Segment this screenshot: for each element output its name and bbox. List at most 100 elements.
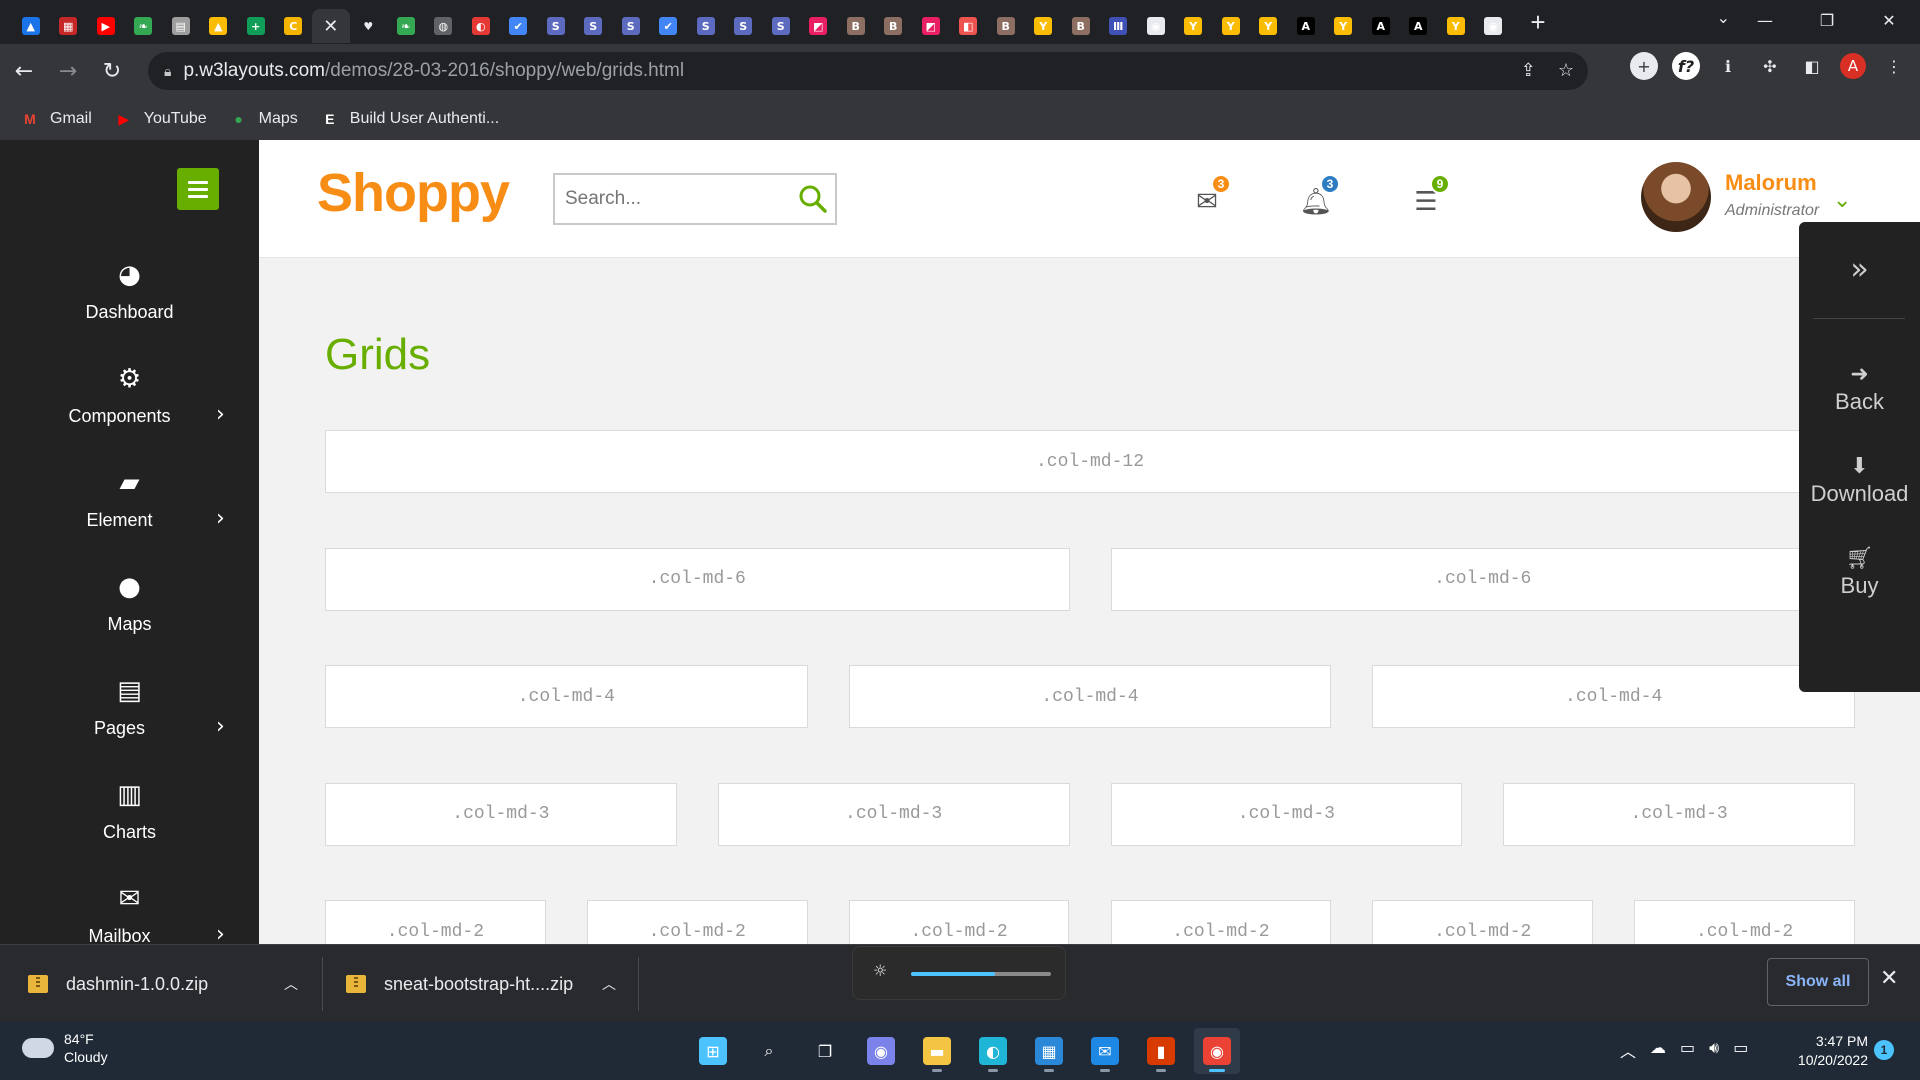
- browser-tab[interactable]: C: [275, 9, 313, 43]
- bookmark-youtube[interactable]: ▶ YouTube: [114, 109, 206, 129]
- browser-tab[interactable]: B: [875, 9, 913, 43]
- sidebar-item-element[interactable]: ▰ Element ›: [0, 468, 259, 568]
- taskbar-app[interactable]: ◉: [858, 1028, 904, 1074]
- menu-toggle-button[interactable]: [177, 168, 219, 210]
- browser-tab[interactable]: ✕: [312, 9, 350, 43]
- formula-extension-icon[interactable]: f?: [1672, 52, 1700, 80]
- chevron-down-icon[interactable]: ⌄: [1833, 188, 1851, 213]
- buy-link[interactable]: 🛒︎ Buy: [1799, 546, 1920, 599]
- address-bar[interactable]: 🔒︎ p.w3layouts.com/demos/28-03-2016/shop…: [148, 52, 1588, 90]
- browser-tab[interactable]: Y: [1325, 9, 1363, 43]
- show-all-button[interactable]: Show all: [1767, 958, 1869, 1006]
- taskbar-app[interactable]: ⌕: [746, 1028, 792, 1074]
- browser-tab[interactable]: A: [1362, 9, 1400, 43]
- download-link[interactable]: ⬇ Download: [1799, 454, 1920, 507]
- sidebar-item-components[interactable]: ⚙ Components ›: [0, 364, 259, 464]
- browser-tab[interactable]: ◉: [1475, 9, 1513, 43]
- browser-tab[interactable]: B: [987, 9, 1025, 43]
- logo[interactable]: Shoppy: [317, 162, 510, 224]
- taskbar-app[interactable]: ✉: [1082, 1028, 1128, 1074]
- sidebar-item-charts[interactable]: ▥ Charts: [0, 780, 259, 880]
- new-tab-button[interactable]: +: [1520, 4, 1556, 40]
- profile-avatar[interactable]: A: [1840, 53, 1866, 79]
- taskbar-app[interactable]: ⊞: [690, 1028, 736, 1074]
- search-input[interactable]: [565, 185, 795, 213]
- browser-tab[interactable]: ▶: [87, 9, 125, 43]
- user-name[interactable]: Malorum: [1725, 170, 1817, 196]
- battery-icon[interactable]: ▭: [1733, 1038, 1748, 1062]
- bookmark-star-icon[interactable]: ☆: [1558, 60, 1574, 81]
- browser-tab[interactable]: S: [537, 9, 575, 43]
- close-window-icon[interactable]: ✕: [1858, 0, 1920, 40]
- browser-tab[interactable]: ◍: [425, 9, 463, 43]
- browser-tab[interactable]: S: [687, 9, 725, 43]
- user-avatar[interactable]: [1641, 162, 1711, 232]
- browser-tab[interactable]: ▲: [200, 9, 238, 43]
- sidebar-item-dashboard[interactable]: ◕ Dashboard: [0, 260, 259, 360]
- browser-tab[interactable]: Y: [1175, 9, 1213, 43]
- browser-tab[interactable]: A: [1400, 9, 1438, 43]
- bookmark-maps[interactable]: ● Maps: [229, 109, 297, 129]
- taskbar-app[interactable]: ▮: [1138, 1028, 1184, 1074]
- mail-notification-button[interactable]: ✉ 3: [1189, 174, 1231, 220]
- taskbar-app[interactable]: ▬: [914, 1028, 960, 1074]
- taskbar-app[interactable]: ▦: [1026, 1028, 1072, 1074]
- browser-tab[interactable]: S: [612, 9, 650, 43]
- volume-icon[interactable]: 🔊︎: [1709, 1038, 1719, 1062]
- browser-tab[interactable]: ❧: [387, 9, 425, 43]
- brightness-slider[interactable]: [911, 972, 1051, 976]
- browser-tab[interactable]: ◉: [1137, 9, 1175, 43]
- browser-tab[interactable]: ◧: [950, 9, 988, 43]
- restore-icon[interactable]: ❐: [1796, 0, 1858, 40]
- browser-tab[interactable]: ❧: [125, 9, 163, 43]
- lock-icon[interactable]: 🔒︎: [164, 63, 171, 80]
- browser-menu-icon[interactable]: ⋮: [1880, 52, 1908, 80]
- bell-notification-button[interactable]: 🔔︎ 3: [1298, 174, 1340, 220]
- browser-tab[interactable]: ♥: [350, 9, 388, 43]
- browser-tab[interactable]: ▦: [50, 9, 88, 43]
- browser-tab[interactable]: Y: [1212, 9, 1250, 43]
- url-text[interactable]: p.w3layouts.com/demos/28-03-2016/shoppy/…: [183, 60, 684, 82]
- side-panel-icon[interactable]: ◧: [1798, 52, 1826, 80]
- chevron-up-icon[interactable]: ︿: [284, 974, 298, 994]
- browser-tab[interactable]: +: [237, 9, 275, 43]
- back-link[interactable]: ➜ Back: [1799, 362, 1920, 415]
- browser-tab[interactable]: Y: [1025, 9, 1063, 43]
- browser-tab[interactable]: ✔: [650, 9, 688, 43]
- browser-tab[interactable]: S: [725, 9, 763, 43]
- info-extension-icon[interactable]: ℹ: [1714, 52, 1742, 80]
- browser-tab[interactable]: S: [762, 9, 800, 43]
- browser-tab[interactable]: Ⅲ: [1100, 9, 1138, 43]
- reload-icon[interactable]: ↻: [92, 51, 132, 91]
- plus-extension-icon[interactable]: +: [1630, 52, 1658, 80]
- chevron-up-icon[interactable]: ︿: [1620, 1038, 1636, 1062]
- minimize-icon[interactable]: —: [1734, 0, 1796, 40]
- taskbar-app[interactable]: ❐: [802, 1028, 848, 1074]
- browser-tab[interactable]: ◩: [912, 9, 950, 43]
- bookmark-build[interactable]: E Build User Authenti...: [320, 109, 499, 129]
- close-icon[interactable]: ✕: [1880, 966, 1898, 991]
- browser-tab[interactable]: A: [1287, 9, 1325, 43]
- taskbar-app[interactable]: ◐: [970, 1028, 1016, 1074]
- puzzle-extensions-icon[interactable]: ✣: [1756, 52, 1784, 80]
- browser-tab[interactable]: ◐: [462, 9, 500, 43]
- close-icon[interactable]: ✕: [323, 16, 338, 37]
- chevron-up-icon[interactable]: ︿: [602, 974, 616, 994]
- sidebar-item-pages[interactable]: ▤ Pages ›: [0, 676, 259, 776]
- taskbar-app[interactable]: ◉: [1194, 1028, 1240, 1074]
- search-icon[interactable]: [797, 183, 829, 215]
- browser-tab[interactable]: ◩: [800, 9, 838, 43]
- browser-tab[interactable]: B: [837, 9, 875, 43]
- browser-tab[interactable]: B: [1062, 9, 1100, 43]
- back-icon[interactable]: ←: [4, 51, 44, 91]
- double-chevron-right-icon[interactable]: »: [1799, 252, 1920, 287]
- onedrive-icon[interactable]: ☁: [1650, 1038, 1666, 1062]
- tasks-notification-button[interactable]: ☰ 9: [1408, 174, 1450, 220]
- share-icon[interactable]: ⇪: [1521, 60, 1536, 81]
- browser-tab[interactable]: ▲: [12, 9, 50, 43]
- browser-tab[interactable]: ▤: [162, 9, 200, 43]
- browser-tab[interactable]: Y: [1250, 9, 1288, 43]
- forward-icon[interactable]: →: [48, 51, 88, 91]
- notification-badge[interactable]: 1: [1874, 1040, 1894, 1060]
- sidebar-item-mailbox[interactable]: ✉ Mailbox ›: [0, 884, 259, 944]
